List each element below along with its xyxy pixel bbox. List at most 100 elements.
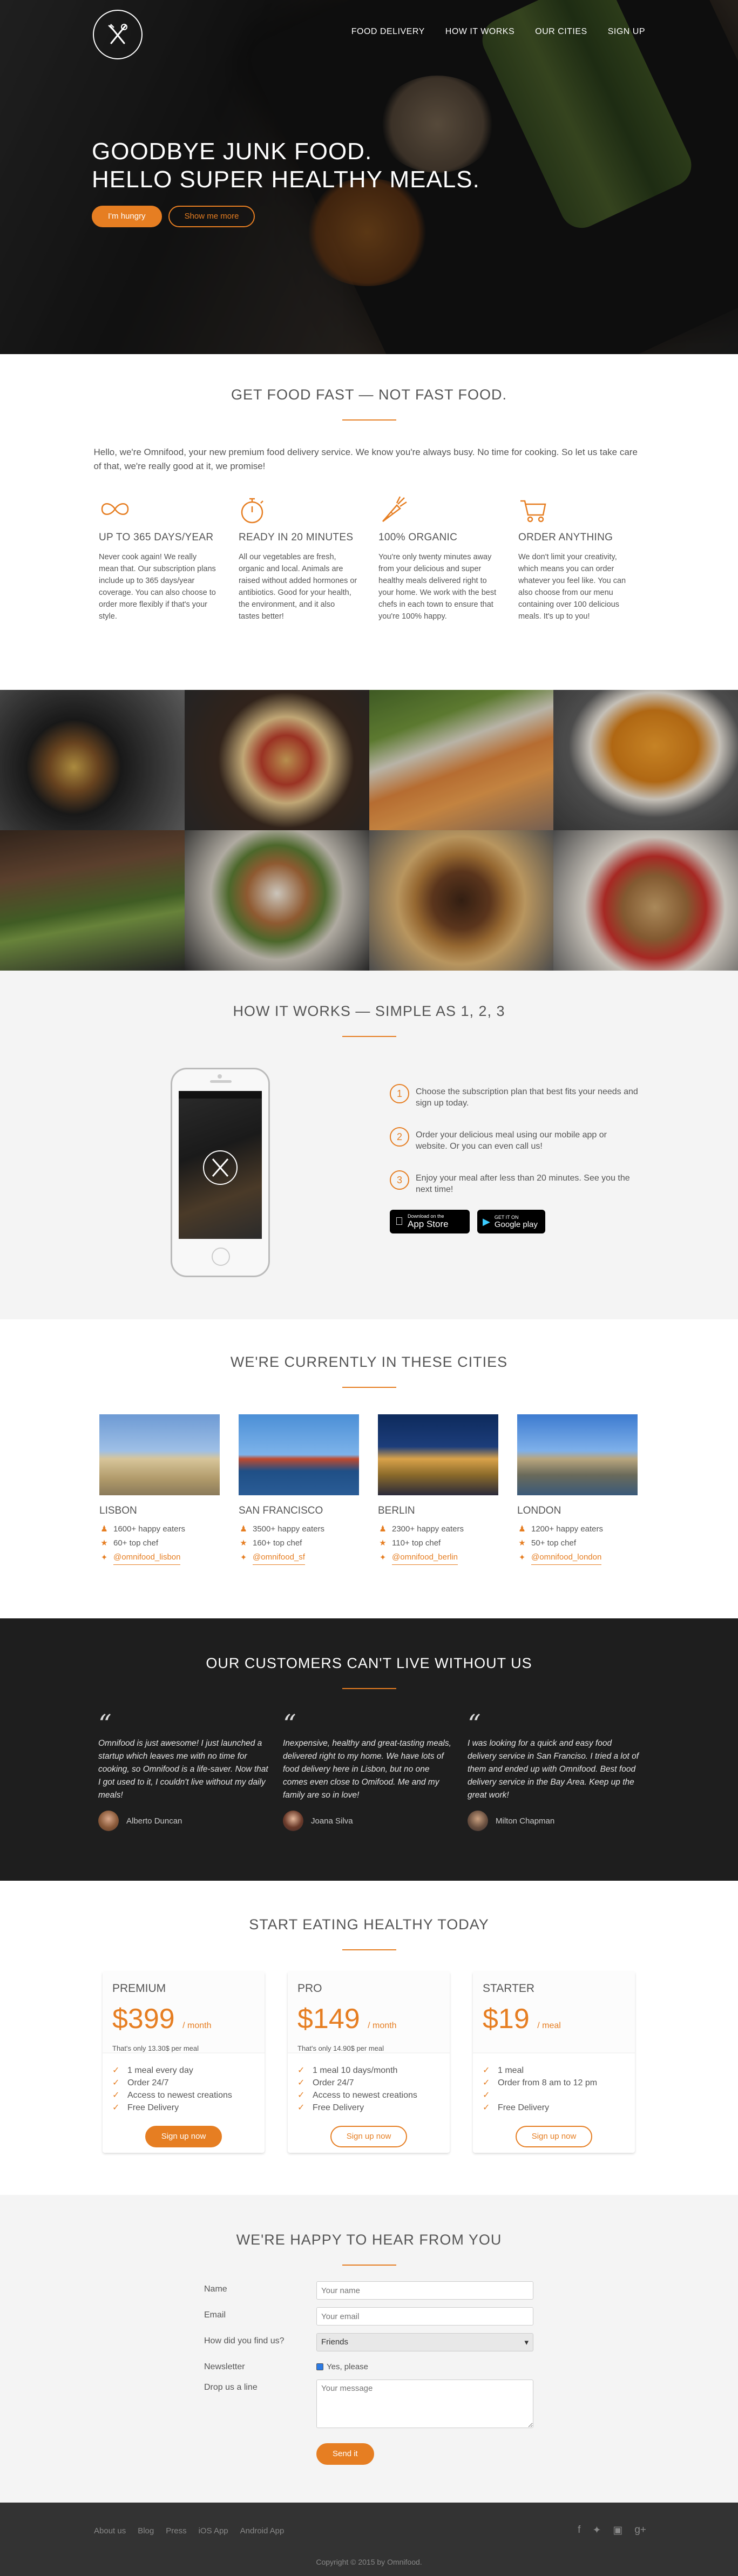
nav-food-delivery[interactable]: Food delivery	[351, 27, 425, 37]
footer-link-ios[interactable]: iOS App	[199, 2526, 228, 2536]
app-logo-icon	[203, 1150, 238, 1185]
find-us-select[interactable]: Friends ▾	[316, 2333, 533, 2351]
cutlery-icon	[108, 24, 127, 44]
find-us-row: How did you find us? Friends ▾	[204, 2333, 533, 2351]
show-more-button[interactable]: Show me more	[168, 206, 255, 227]
iphone-mockup	[171, 1068, 270, 1277]
step-text: Enjoy your meal after less than 20 minut…	[416, 1174, 630, 1194]
facebook-icon[interactable]: f	[578, 2524, 580, 2537]
city-eaters: 2300+ happy eaters	[392, 1524, 464, 1534]
feature-title: 100% organic	[378, 532, 458, 543]
feature-order-anything: Order anything We don't limit your creat…	[518, 496, 637, 622]
twitter-icon[interactable]: ✦	[592, 2524, 601, 2537]
check-icon: ✓	[297, 2103, 305, 2112]
feature-text: All our vegetables are fresh, organic an…	[239, 553, 357, 621]
plan-starter: Starter $19 / meal ✓ 1 meal ✓ Order from 8…	[473, 1971, 635, 2153]
googleplus-icon[interactable]: g+	[634, 2524, 646, 2537]
message-label: Drop us a line	[204, 2383, 258, 2392]
city-chefs: 160+ top chef	[253, 1538, 302, 1548]
city-twitter-link[interactable]: @omnifood_berlin	[392, 1550, 458, 1565]
footer-link-press[interactable]: Press	[166, 2526, 186, 2536]
testimonial-1: “ Omnifood is just awesome! I just launc…	[98, 1711, 270, 1831]
testimonial-author: Joana Silva	[311, 1816, 353, 1826]
cities-section: We're currently in these cities Lisbon ♟…	[0, 1319, 738, 1618]
person-icon: ♟	[379, 1524, 387, 1534]
social-links: f ✦ ▣ g+	[578, 2524, 646, 2537]
plan-feature: 1 meal	[498, 2066, 524, 2075]
feature-365-days: Up to 365 days/year Never cook again! We…	[99, 496, 218, 622]
testimonials-title: Our customers can't live without us	[0, 1618, 738, 1689]
newsletter-row: Newsletter Yes, please	[204, 2359, 533, 2372]
quote-mark-icon: “	[468, 1709, 481, 1739]
how-title: How it works — Simple as 1, 2, 3	[0, 971, 738, 1037]
testimonials-section: Our customers can't live without us “ Om…	[0, 1618, 738, 1881]
hero-text-box: Goodbye junk food. Hello super healthy m…	[92, 138, 480, 227]
footer-link-blog[interactable]: Blog	[138, 2526, 154, 2536]
step-text: Order your delicious meal using our mobi…	[416, 1130, 607, 1151]
nav-our-cities[interactable]: Our cities	[535, 27, 587, 37]
google-play-badge[interactable]: ▶ GET IT ON Google play	[477, 1210, 545, 1233]
plan-premium: Premium $399 / month That's only 13.30$ …	[103, 1971, 265, 2153]
plan-pro: Pro $149 / month That's only 14.90$ per …	[288, 1971, 450, 2153]
hero-title-line1: Goodbye junk food.	[92, 138, 373, 165]
plan-unit: / month	[182, 2021, 212, 2030]
plan-feature: Order from 8 am to 12 pm	[498, 2078, 598, 2087]
city-photo	[239, 1414, 359, 1495]
plan-feature: Order 24/7	[313, 2078, 354, 2087]
name-label: Name	[204, 2284, 227, 2294]
newsletter-label: Newsletter	[204, 2362, 245, 2371]
city-photo	[517, 1414, 638, 1495]
google-play-small: GET IT ON	[494, 1214, 519, 1220]
city-eaters: 1200+ happy eaters	[531, 1524, 604, 1534]
city-twitter-link[interactable]: @omnifood_lisbon	[113, 1550, 181, 1565]
stopwatch-icon	[239, 496, 357, 525]
instagram-icon[interactable]: ▣	[613, 2524, 622, 2537]
app-store-badge[interactable]:  Download on theApp Store	[390, 1210, 470, 1233]
check-icon: ✓	[297, 2091, 305, 2100]
pro-signup-button[interactable]: Sign up now	[330, 2126, 408, 2147]
footer-link-about[interactable]: About us	[94, 2526, 126, 2536]
email-row: Email	[204, 2307, 533, 2326]
check-icon: ✓	[483, 2091, 490, 2100]
footer: About us Blog Press iOS App Android App …	[0, 2503, 738, 2576]
omnifood-logo[interactable]	[93, 10, 143, 59]
step-number: 1	[390, 1084, 409, 1103]
meal-photo-granola	[553, 830, 738, 971]
avatar	[98, 1811, 119, 1831]
premium-signup-button[interactable]: Sign up now	[145, 2126, 222, 2147]
name-row: Name	[204, 2281, 533, 2300]
feature-20-minutes: Ready in 20 minutes All our vegetables a…	[239, 496, 357, 622]
plan-feature: Free Delivery	[498, 2103, 550, 2112]
quote-mark-icon: “	[283, 1709, 296, 1739]
im-hungry-button[interactable]: I'm hungry	[92, 206, 162, 227]
footer-link-android[interactable]: Android App	[240, 2526, 285, 2536]
message-textarea[interactable]	[316, 2380, 533, 2428]
email-input[interactable]	[316, 2307, 533, 2326]
feature-text: Never cook again! We really mean that. O…	[99, 553, 216, 621]
plan-unit: / meal	[537, 2021, 561, 2030]
check-icon: ✓	[112, 2066, 120, 2075]
starter-signup-button[interactable]: Sign up now	[515, 2126, 593, 2147]
plan-feature: Order 24/7	[127, 2078, 169, 2087]
avatar	[468, 1811, 488, 1831]
plan-note: That's only 14.90$ per meal	[297, 2044, 384, 2052]
nav-how-it-works[interactable]: How it works	[445, 27, 514, 37]
send-button[interactable]: Send it	[316, 2443, 374, 2465]
plan-note: That's only 13.30$ per meal	[112, 2044, 199, 2052]
meal-photo-salmon	[369, 690, 554, 830]
apple-icon: 	[395, 1216, 403, 1228]
star-icon: ★	[518, 1538, 526, 1548]
nav-sign-up[interactable]: Sign up	[608, 27, 645, 37]
city-twitter-link[interactable]: @omnifood_london	[531, 1550, 602, 1565]
feature-text: We don't limit your creativity, which me…	[518, 553, 626, 621]
city-twitter-link[interactable]: @omnifood_sf	[253, 1550, 305, 1565]
meal-photo-bibimbap	[0, 690, 185, 830]
person-icon: ♟	[100, 1524, 108, 1534]
main-nav: Food delivery How it works Our cities Si…	[0, 0, 738, 65]
newsletter-checkbox[interactable]	[316, 2363, 323, 2370]
person-icon: ♟	[240, 1524, 247, 1534]
plan-feature: Free Delivery	[127, 2103, 179, 2112]
name-input[interactable]	[316, 2281, 533, 2300]
city-chefs: 60+ top chef	[113, 1538, 158, 1548]
avatar	[283, 1811, 303, 1831]
